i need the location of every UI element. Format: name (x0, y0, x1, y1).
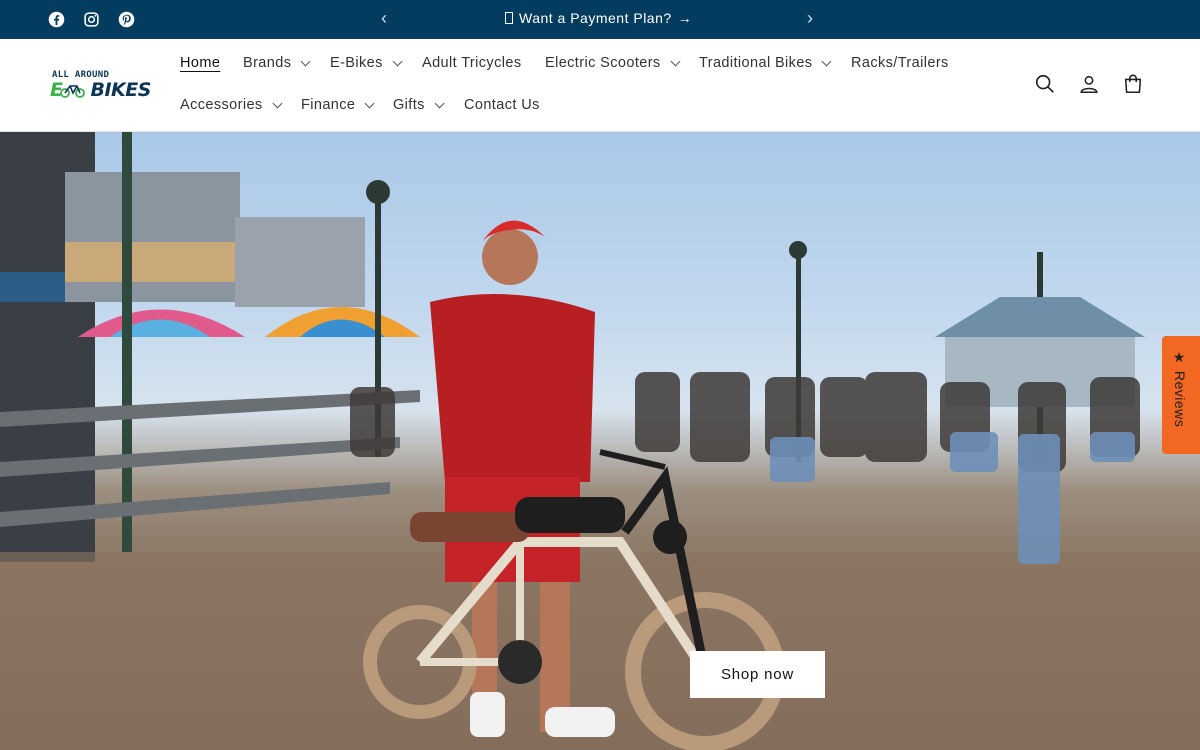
nav-item-finance[interactable]: Finance (301, 97, 375, 113)
nav-item-racks-trailers[interactable]: Racks/Trailers (851, 55, 949, 71)
shop-now-button[interactable]: Shop now (690, 651, 825, 698)
chevron-down-icon (300, 56, 311, 66)
announcement-message-link[interactable]: Want a Payment Plan? → (505, 10, 692, 26)
account-icon[interactable] (1078, 73, 1100, 95)
chevron-down-icon (272, 98, 283, 108)
cart-icon[interactable] (1122, 73, 1144, 95)
social-links (48, 11, 135, 28)
nav-item-brands[interactable]: Brands (243, 55, 311, 71)
site-logo[interactable]: ALL AROUND E BIKES (50, 70, 151, 104)
announcement-next-button[interactable]: › (807, 9, 813, 27)
facebook-icon[interactable] (48, 11, 65, 28)
chevron-down-icon (434, 98, 445, 108)
nav-item-e-bikes[interactable]: E-Bikes (330, 55, 403, 71)
missing-glyph-icon (505, 12, 513, 24)
arrow-right-icon: → (677, 10, 693, 26)
chevron-down-icon (364, 98, 375, 108)
reviews-tab[interactable]: ★ Reviews (1162, 336, 1200, 454)
hero-banner (0, 132, 1200, 750)
chevron-down-icon (392, 56, 403, 66)
nav-item-traditional-bikes[interactable]: Traditional Bikes (699, 55, 832, 71)
nav-item-adult-tricycles[interactable]: Adult Tricycles (422, 55, 521, 71)
announcement-bar: ‹ Want a Payment Plan? → › (0, 0, 1200, 39)
search-icon[interactable] (1034, 73, 1056, 95)
pinterest-icon[interactable] (118, 11, 135, 28)
announcement-message: Want a Payment Plan? (519, 10, 672, 26)
header-icons (1034, 73, 1144, 95)
chevron-down-icon (670, 56, 681, 66)
nav-item-electric-scooters[interactable]: Electric Scooters (545, 55, 681, 71)
bike-logo-icon (60, 85, 85, 98)
announcement-prev-button[interactable]: ‹ (381, 9, 387, 27)
nav-item-accessories[interactable]: Accessories (180, 97, 283, 113)
hero-image (0, 132, 1200, 750)
chevron-down-icon (822, 56, 832, 66)
instagram-icon[interactable] (83, 11, 100, 28)
nav-item-contact-us[interactable]: Contact Us (464, 97, 540, 113)
site-header: ALL AROUND E BIKES Home Brands E-Bikes Ad… (0, 39, 1200, 132)
nav-item-home[interactable]: Home (180, 55, 220, 71)
reviews-tab-label: ★ Reviews (1172, 350, 1188, 428)
nav-item-gifts[interactable]: Gifts (393, 97, 445, 113)
